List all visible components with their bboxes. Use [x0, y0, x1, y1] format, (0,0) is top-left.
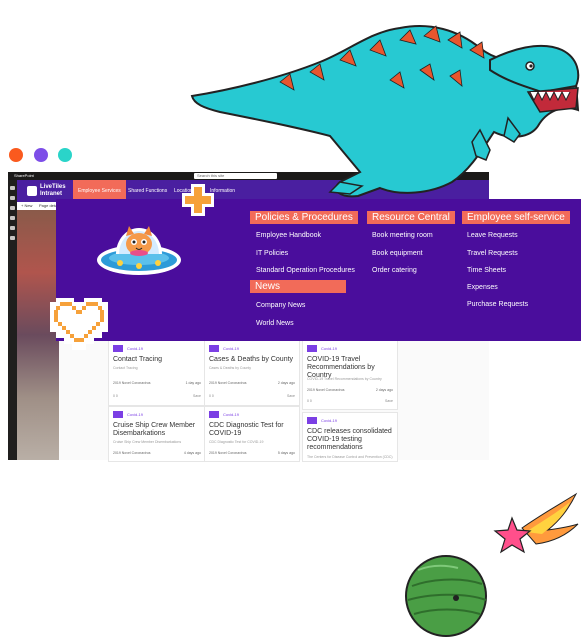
dot-purple-icon	[34, 148, 48, 162]
menu-item-book-equipment[interactable]: Book equipment	[372, 249, 423, 258]
menu-heading-news[interactable]: News	[250, 280, 346, 293]
lists-icon[interactable]	[10, 236, 15, 240]
card-category: Covid-19	[223, 412, 240, 417]
menu-item-purchase-requests[interactable]: Purchase Requests	[467, 300, 528, 309]
planet-icon	[405, 555, 487, 637]
card-age: 5 days ago	[277, 451, 295, 455]
save-button[interactable]: Save	[193, 394, 201, 398]
category-icon	[209, 411, 219, 418]
news-card[interactable]: Covid-19 CDC releases consolidated COVID…	[302, 412, 398, 462]
shooting-star-icon	[493, 492, 579, 554]
dot-red-icon	[9, 148, 23, 162]
menu-heading-policies[interactable]: Policies & Procedures	[250, 211, 358, 224]
app-rail	[8, 180, 17, 460]
card-meta: 2019 Novel Coronavirus	[209, 451, 247, 455]
news-card[interactable]: Covid-19 Cases & Deaths by County Cases …	[204, 340, 300, 406]
card-subtitle: The Centers for Disease Control and Prev…	[307, 455, 393, 459]
card-category: Covid-19	[127, 346, 144, 351]
card-title[interactable]: Contact Tracing	[113, 356, 201, 364]
logo-line-2: Intranet	[40, 191, 63, 197]
card-subtitle: Contact Tracing	[113, 366, 138, 370]
home-icon[interactable]	[10, 186, 15, 190]
menu-heading-resource-central[interactable]: Resource Central	[367, 211, 455, 224]
menu-item-sop[interactable]: Standard Operation Procedures	[256, 266, 355, 275]
menu-item-employee-handbook[interactable]: Employee Handbook	[256, 231, 321, 240]
card-meta: 2019 Novel Coronavirus	[209, 381, 247, 385]
card-category: Covid-19	[321, 346, 338, 351]
card-subtitle: Cases & Deaths by County	[209, 366, 252, 370]
category-icon	[113, 411, 123, 418]
news-card[interactable]: Covid-19 COVID-19 Travel Recommendations…	[302, 340, 398, 410]
menu-item-time-sheets[interactable]: Time Sheets	[467, 266, 506, 275]
category-icon	[113, 345, 123, 352]
logo-line-1: LiveTiles	[40, 184, 66, 190]
category-icon	[209, 345, 219, 352]
heart-pixel-icon	[50, 298, 108, 350]
menu-item-leave-requests[interactable]: Leave Requests	[467, 231, 518, 240]
card-meta: 2019 Novel Coronavirus	[113, 381, 151, 385]
menu-item-expenses[interactable]: Expenses	[467, 283, 498, 292]
card-stats: 0 0	[113, 394, 118, 398]
card-category: Covid-19	[321, 418, 338, 423]
app-name: SharePoint	[14, 173, 34, 178]
card-title[interactable]: CDC Diagnostic Test for COVID-19	[209, 422, 295, 438]
card-age: 4 days ago	[183, 451, 201, 455]
livetiles-logo-icon	[27, 186, 37, 196]
card-title[interactable]: Cases & Deaths by County	[209, 356, 295, 364]
news-card[interactable]: Covid-19 Cruise Ship Crew Member Disemba…	[108, 406, 206, 462]
t-rex-illustration	[190, 25, 580, 198]
news-card[interactable]: Covid-19 Contact Tracing Contact Tracing…	[108, 340, 206, 406]
dot-teal-icon	[58, 148, 72, 162]
news-icon[interactable]	[10, 216, 15, 220]
card-stats: 0 0	[209, 394, 214, 398]
files-icon[interactable]	[10, 226, 15, 230]
news-card[interactable]: Covid-19 CDC Diagnostic Test for COVID-1…	[204, 406, 300, 462]
card-age: 2 days ago	[375, 388, 393, 392]
card-stats: 0 0	[307, 399, 312, 403]
cat-ufo-sticker	[97, 226, 181, 275]
card-age: 2 days ago	[277, 381, 295, 385]
category-icon	[307, 345, 317, 352]
card-age: 1 day ago	[185, 381, 201, 385]
category-icon	[307, 417, 317, 424]
card-category: Covid-19	[223, 346, 240, 351]
sites-icon[interactable]	[10, 206, 15, 210]
card-subtitle: Cruise Ship Crew Member Disembarkations	[113, 440, 182, 444]
card-meta: 2019 Novel Coronavirus	[307, 388, 345, 392]
save-button[interactable]: Save	[385, 399, 393, 403]
menu-heading-employee-self-service[interactable]: Employee self-service	[462, 211, 570, 224]
menu-item-company-news[interactable]: Company News	[256, 301, 305, 310]
new-button[interactable]: + New	[21, 202, 32, 210]
menu-item-book-room[interactable]: Book meeting room	[372, 231, 433, 240]
add-icon[interactable]	[10, 196, 15, 200]
menu-item-order-catering[interactable]: Order catering	[372, 266, 417, 275]
card-title[interactable]: CDC releases consolidated COVID-19 testi…	[307, 428, 393, 452]
card-meta: 2019 Novel Coronavirus	[113, 451, 151, 455]
site-logo[interactable]: LiveTiles Intranet	[40, 184, 66, 198]
card-subtitle: CDC Diagnostic Test for COVID-19	[209, 440, 264, 444]
menu-item-world-news[interactable]: World News	[256, 319, 294, 328]
save-button[interactable]: Save	[287, 394, 295, 398]
card-subtitle: COVID-19 Travel Recommendations by Count…	[307, 377, 382, 381]
card-title[interactable]: Cruise Ship Crew Member Disembarkations	[113, 422, 201, 438]
card-category: Covid-19	[127, 412, 144, 417]
menu-item-travel-requests[interactable]: Travel Requests	[467, 249, 518, 258]
menu-item-it-policies[interactable]: IT Policies	[256, 249, 288, 258]
